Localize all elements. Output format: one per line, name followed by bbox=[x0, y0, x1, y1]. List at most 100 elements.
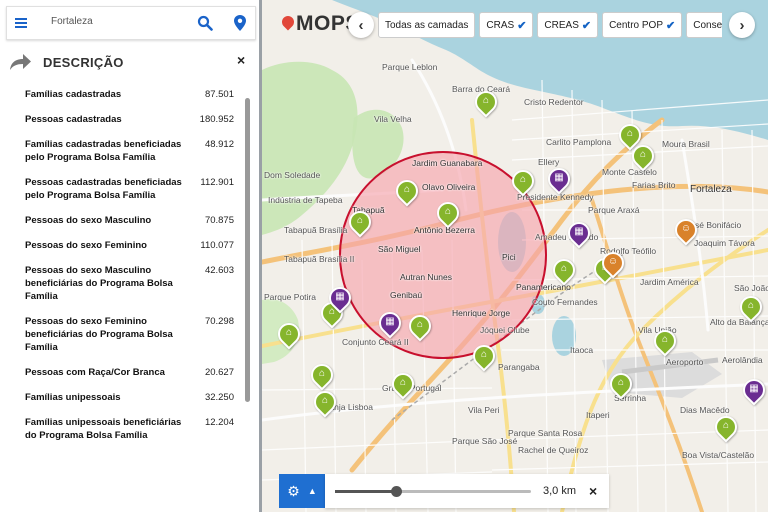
place-label: Rachel de Queiroz bbox=[518, 445, 589, 455]
list-item: Pessoas do sexo Feminino 110.077 bbox=[25, 240, 234, 251]
layer-centro-pop-button[interactable]: Centro POP ✔ bbox=[602, 12, 683, 38]
place-label: Cristo Redentor bbox=[524, 97, 584, 107]
centro-pop-marker[interactable]: ☺ bbox=[670, 214, 702, 246]
layer-all-button[interactable]: Todas as camadas bbox=[378, 12, 476, 38]
building-icon: ▦ bbox=[554, 172, 564, 183]
creas-marker[interactable]: ▦ bbox=[563, 217, 595, 249]
radius-control: 3,0 km × bbox=[325, 474, 609, 508]
radius-slider[interactable] bbox=[335, 486, 531, 497]
centro-pop-marker[interactable]: ☺ bbox=[597, 247, 629, 279]
creas-marker[interactable]: ▦ bbox=[738, 374, 768, 406]
cras-marker[interactable]: ⌂ bbox=[507, 165, 539, 197]
home-icon: ⌂ bbox=[356, 215, 364, 226]
place-label: Carlito Pamplona bbox=[546, 137, 612, 147]
cras-marker[interactable]: ⌂ bbox=[649, 325, 681, 357]
home-icon: ⌂ bbox=[722, 420, 730, 431]
home-icon: ⌂ bbox=[444, 206, 452, 217]
list-item: Pessoas do sexo Feminino beneficiárias d… bbox=[25, 316, 234, 353]
place-label: Parque Leblon bbox=[382, 62, 438, 72]
home-icon: ⌂ bbox=[560, 263, 568, 274]
list-item: Pessoas cadastradas beneficiadas pelo Pr… bbox=[25, 177, 234, 201]
radius-close-button[interactable]: × bbox=[589, 483, 597, 499]
home-icon: ⌂ bbox=[480, 349, 488, 360]
description-close-button[interactable]: × bbox=[237, 52, 245, 68]
cras-marker[interactable]: ⌂ bbox=[273, 318, 305, 350]
radius-slider-fill bbox=[335, 490, 396, 493]
home-icon: ⌂ bbox=[403, 184, 411, 195]
place-label: Genibaú bbox=[390, 290, 423, 300]
home-icon: ⌂ bbox=[519, 174, 527, 185]
scrollbar[interactable] bbox=[245, 98, 250, 402]
cras-marker[interactable]: ⌂ bbox=[404, 310, 436, 342]
settings-button[interactable]: ⚙ ▲ bbox=[279, 474, 325, 508]
building-icon: ▦ bbox=[749, 383, 759, 394]
cras-marker[interactable]: ⌂ bbox=[548, 254, 580, 286]
place-label: Jardim América bbox=[640, 277, 699, 287]
place-label: Henrique Jorge bbox=[452, 308, 511, 318]
home-icon: ⌂ bbox=[617, 377, 625, 388]
menu-icon[interactable] bbox=[15, 18, 27, 28]
cras-marker[interactable]: ⌂ bbox=[605, 368, 637, 400]
check-icon: ✔ bbox=[581, 19, 592, 32]
building-icon: ▦ bbox=[385, 316, 395, 327]
home-icon: ⌂ bbox=[626, 128, 634, 139]
home-icon: ⌂ bbox=[639, 149, 647, 160]
home-icon: ⌂ bbox=[661, 334, 669, 345]
creas-marker[interactable]: ▦ bbox=[374, 307, 406, 339]
gear-icon: ⚙ bbox=[287, 482, 300, 499]
place-label: Parangaba bbox=[498, 362, 540, 372]
creas-marker[interactable]: ▦ bbox=[543, 163, 575, 195]
chevron-right-icon: › bbox=[739, 16, 745, 34]
cras-marker[interactable]: ⌂ bbox=[468, 340, 500, 372]
map-canvas[interactable]: Parque Leblon Barra do Ceará Cristo Rede… bbox=[262, 0, 768, 512]
layer-cras-button[interactable]: CRAS ✔ bbox=[479, 12, 534, 38]
creas-marker[interactable]: ▦ bbox=[324, 282, 356, 314]
cras-marker[interactable]: ⌂ bbox=[306, 359, 338, 391]
place-label: Itaperi bbox=[586, 410, 610, 420]
list-item: Pessoas do sexo Masculino 70.875 bbox=[25, 215, 234, 226]
place-label: São João do Tauape bbox=[734, 283, 768, 293]
place-label: Pici bbox=[502, 252, 516, 262]
chevron-left-icon: ‹ bbox=[358, 16, 364, 34]
building-icon: ▦ bbox=[574, 226, 584, 237]
place-label: Boa Vista/Castelão bbox=[682, 450, 755, 460]
home-icon: ⌂ bbox=[285, 327, 293, 338]
cras-marker[interactable]: ⌂ bbox=[391, 175, 423, 207]
place-label: Indústria de Tapeba bbox=[268, 195, 343, 205]
home-icon: ⌂ bbox=[321, 395, 329, 406]
layer-creas-button[interactable]: CREAS ✔ bbox=[537, 12, 599, 38]
share-arrow-icon bbox=[10, 54, 31, 70]
side-panel: DESCRIÇÃO × Famílias cadastradas87.501 P… bbox=[0, 0, 262, 512]
place-label: Aeroporto bbox=[666, 357, 704, 367]
cras-marker[interactable]: ⌂ bbox=[309, 386, 341, 418]
list-item: Pessoas do sexo Masculino beneficiárias … bbox=[25, 265, 234, 302]
cras-marker[interactable]: ⌂ bbox=[344, 206, 376, 238]
home-icon: ⌂ bbox=[399, 377, 407, 388]
layers-prev-button[interactable]: ‹ bbox=[348, 12, 374, 38]
search-input[interactable] bbox=[51, 16, 191, 27]
cras-marker[interactable]: ⌂ bbox=[710, 411, 742, 443]
place-label: Dom Soledade bbox=[264, 170, 321, 180]
cras-marker[interactable]: ⌂ bbox=[470, 86, 502, 118]
place-label: Couto Fernandes bbox=[532, 297, 598, 307]
cras-marker[interactable]: ⌂ bbox=[387, 368, 419, 400]
location-pin-icon[interactable] bbox=[233, 14, 247, 32]
cras-marker[interactable]: ⌂ bbox=[432, 197, 464, 229]
place-label: Ellery bbox=[538, 157, 560, 167]
place-label: Vila Peri bbox=[468, 405, 500, 415]
description-header: DESCRIÇÃO × bbox=[8, 50, 254, 74]
check-icon: ✔ bbox=[666, 19, 676, 32]
cras-marker[interactable]: ⌂ bbox=[627, 140, 659, 172]
description-title: DESCRIÇÃO bbox=[43, 55, 124, 70]
list-item: Pessoas cadastradas 180.952 bbox=[25, 114, 234, 125]
radius-slider-handle[interactable] bbox=[390, 486, 402, 497]
place-label: Dias Macêdo bbox=[680, 405, 730, 415]
cras-marker[interactable]: ⌂ bbox=[735, 291, 767, 323]
layers-next-button[interactable]: › bbox=[729, 12, 755, 38]
place-label: Tabapuã Brasília II bbox=[284, 254, 355, 264]
search-icon[interactable] bbox=[197, 15, 213, 31]
home-icon: ⌂ bbox=[747, 300, 755, 311]
layer-conselho-button[interactable]: Conselho Municipal bbox=[686, 12, 722, 38]
check-icon: ✔ bbox=[517, 19, 527, 32]
list-item: Pessoas com Raça/Cor Branca 20.627 bbox=[25, 367, 234, 378]
